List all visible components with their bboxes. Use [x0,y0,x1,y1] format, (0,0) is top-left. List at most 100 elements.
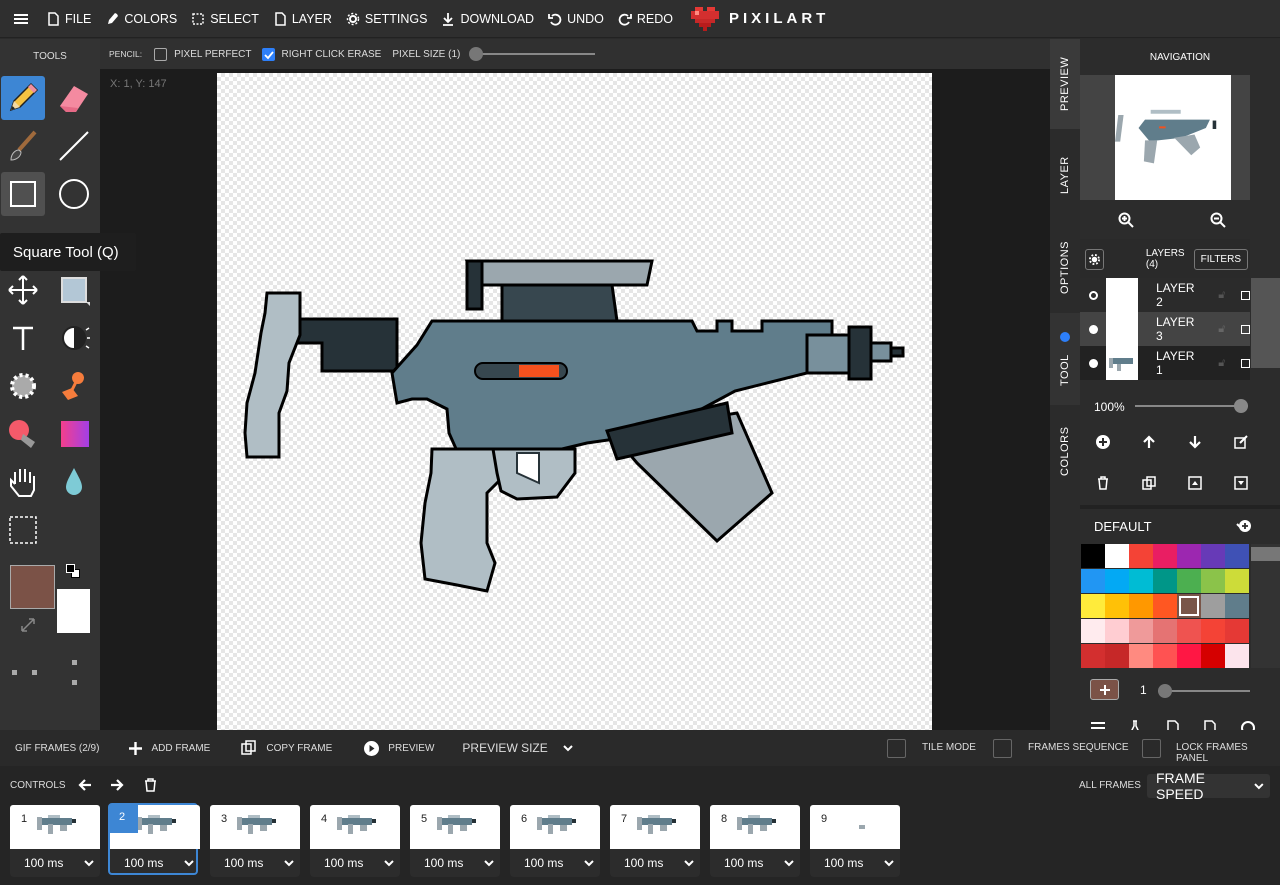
palette-swatch[interactable] [1081,594,1105,618]
visibility-toggle-icon[interactable] [1089,358,1098,368]
hand-tool[interactable] [1,460,45,504]
move-layer-up-icon[interactable] [1142,435,1156,449]
palette-swatch[interactable] [1105,544,1129,568]
lock-icon[interactable]: 🔓︎ [1218,289,1225,302]
palette-swatch[interactable] [1201,594,1225,618]
palette-swatch[interactable] [1225,594,1249,618]
download-menu[interactable]: DOWNLOAD [441,12,534,26]
filters-button[interactable]: FILTERS [1193,248,1248,270]
frame-speed-select[interactable]: 100 ms [310,851,400,875]
dither-tool[interactable] [1,364,45,408]
line-tool[interactable] [52,124,96,168]
palette-settings-icon[interactable] [1240,720,1255,730]
palette-swatch[interactable] [1177,619,1201,643]
palette-swatch[interactable] [1225,644,1249,668]
layer-select-checkbox[interactable] [1241,358,1250,368]
lock-frames-panel-checkbox[interactable] [1142,739,1161,758]
frame-speed-select[interactable]: 100 ms [510,851,600,875]
selection-tool[interactable] [1,508,45,552]
palette-swatch[interactable] [1225,569,1249,593]
tab-tool[interactable]: TOOL [1050,313,1080,405]
palette-selector[interactable]: DEFAULT [1080,511,1250,541]
file-menu[interactable]: FILE [46,12,91,26]
palette-swatch[interactable] [1153,619,1177,643]
square-tool[interactable] [1,172,45,216]
palette-swatch[interactable] [1153,644,1177,668]
palette-swatch[interactable] [1105,594,1129,618]
edit-layer-icon[interactable] [1234,435,1248,449]
gif-frame[interactable]: 8 100 ms [710,805,800,877]
palette-swatch[interactable] [1129,569,1153,593]
add-frame-button[interactable]: ADD FRAME [129,741,210,755]
palette-swatch[interactable] [1177,594,1201,618]
frames-sequence-checkbox[interactable] [993,739,1012,758]
opacity-slider[interactable] [1135,399,1248,413]
palette-swatch[interactable] [1177,644,1201,668]
add-color-button[interactable] [1090,679,1119,700]
preview-size-select[interactable]: PREVIEW SIZE [462,741,573,755]
palette-swatch[interactable] [1201,544,1225,568]
add-layer-icon[interactable] [1096,435,1110,449]
layer-row[interactable]: LAYER 2 🔓︎ [1080,278,1250,312]
layer-select-checkbox[interactable] [1241,290,1250,300]
duplicate-layer-icon[interactable] [1142,476,1156,490]
secondary-color[interactable] [57,589,90,633]
text-tool[interactable] [1,316,45,360]
palette-swatch[interactable] [1129,644,1153,668]
previous-frame-icon[interactable] [78,778,92,792]
palette-swatch[interactable] [1153,594,1177,618]
palette-swatch[interactable] [1105,644,1129,668]
tab-options[interactable]: OPTIONS [1050,221,1080,313]
palette-scrollbar[interactable] [1251,544,1280,668]
delete-layer-icon[interactable] [1096,476,1110,490]
pixel-perfect-checkbox[interactable] [154,47,168,61]
copy-frame-button[interactable]: COPY FRAME [241,740,332,756]
move-tool[interactable] [1,268,45,312]
palette-swatch[interactable] [1201,569,1225,593]
layer-menu[interactable]: LAYER [273,12,332,26]
visibility-toggle-icon[interactable] [1089,290,1098,300]
palette-swatch[interactable] [1177,569,1201,593]
zoom-out-icon[interactable] [1210,212,1226,228]
palette-swatch[interactable] [1129,619,1153,643]
zoom-in-icon[interactable] [1118,212,1134,228]
gradient-tool[interactable] [52,412,96,456]
gif-frame[interactable]: 4 100 ms [310,805,400,877]
settings-menu[interactable]: SETTINGS [346,12,427,26]
visibility-toggle-icon[interactable] [1089,324,1098,334]
undo-button[interactable]: UNDO [548,12,604,26]
move-layer-down-icon[interactable] [1188,435,1202,449]
frame-speed-select[interactable]: 100 ms [410,851,500,875]
palette-swatch[interactable] [1105,569,1129,593]
drawing-canvas[interactable] [217,73,932,730]
export-palette-icon[interactable] [1202,720,1218,730]
tab-colors[interactable]: COLORS [1050,405,1080,497]
palette-swatch[interactable] [1153,544,1177,568]
gif-frame[interactable]: 1 100 ms [10,805,100,877]
frame-speed-select[interactable]: 100 ms [610,851,700,875]
primary-color[interactable] [10,565,55,609]
navigation-preview[interactable] [1080,75,1250,200]
swap-colors-icon[interactable] [20,617,36,633]
gif-frame[interactable]: 5 100 ms [410,805,500,877]
add-palette-icon[interactable] [1239,520,1251,532]
palette-swatch[interactable] [1177,544,1201,568]
right-click-erase-checkbox[interactable] [261,47,275,61]
gif-frame[interactable]: 7 100 ms [610,805,700,877]
gif-frame[interactable]: 6 100 ms [510,805,600,877]
frame-speed-select[interactable]: 100 ms [10,851,100,875]
fill-bucket-tool[interactable] [52,268,96,312]
lock-icon[interactable]: 🔓︎ [1218,323,1225,336]
lock-icon[interactable]: 🔓︎ [1218,357,1225,370]
next-frame-icon[interactable] [110,778,124,792]
frame-speed-select[interactable]: 100 ms [710,851,800,875]
palette-swatch[interactable] [1153,569,1177,593]
gif-frame[interactable]: 3 100 ms [210,805,300,877]
list-icon[interactable] [1090,720,1106,730]
tab-preview[interactable]: PREVIEW [1050,39,1080,129]
hamburger-menu-icon[interactable] [14,12,28,26]
frame-speed-select[interactable]: 100 ms [110,851,200,875]
pixilart-logo[interactable]: PIXILART [691,6,829,31]
redo-button[interactable]: REDO [618,12,673,26]
palette-swatch[interactable] [1201,619,1225,643]
